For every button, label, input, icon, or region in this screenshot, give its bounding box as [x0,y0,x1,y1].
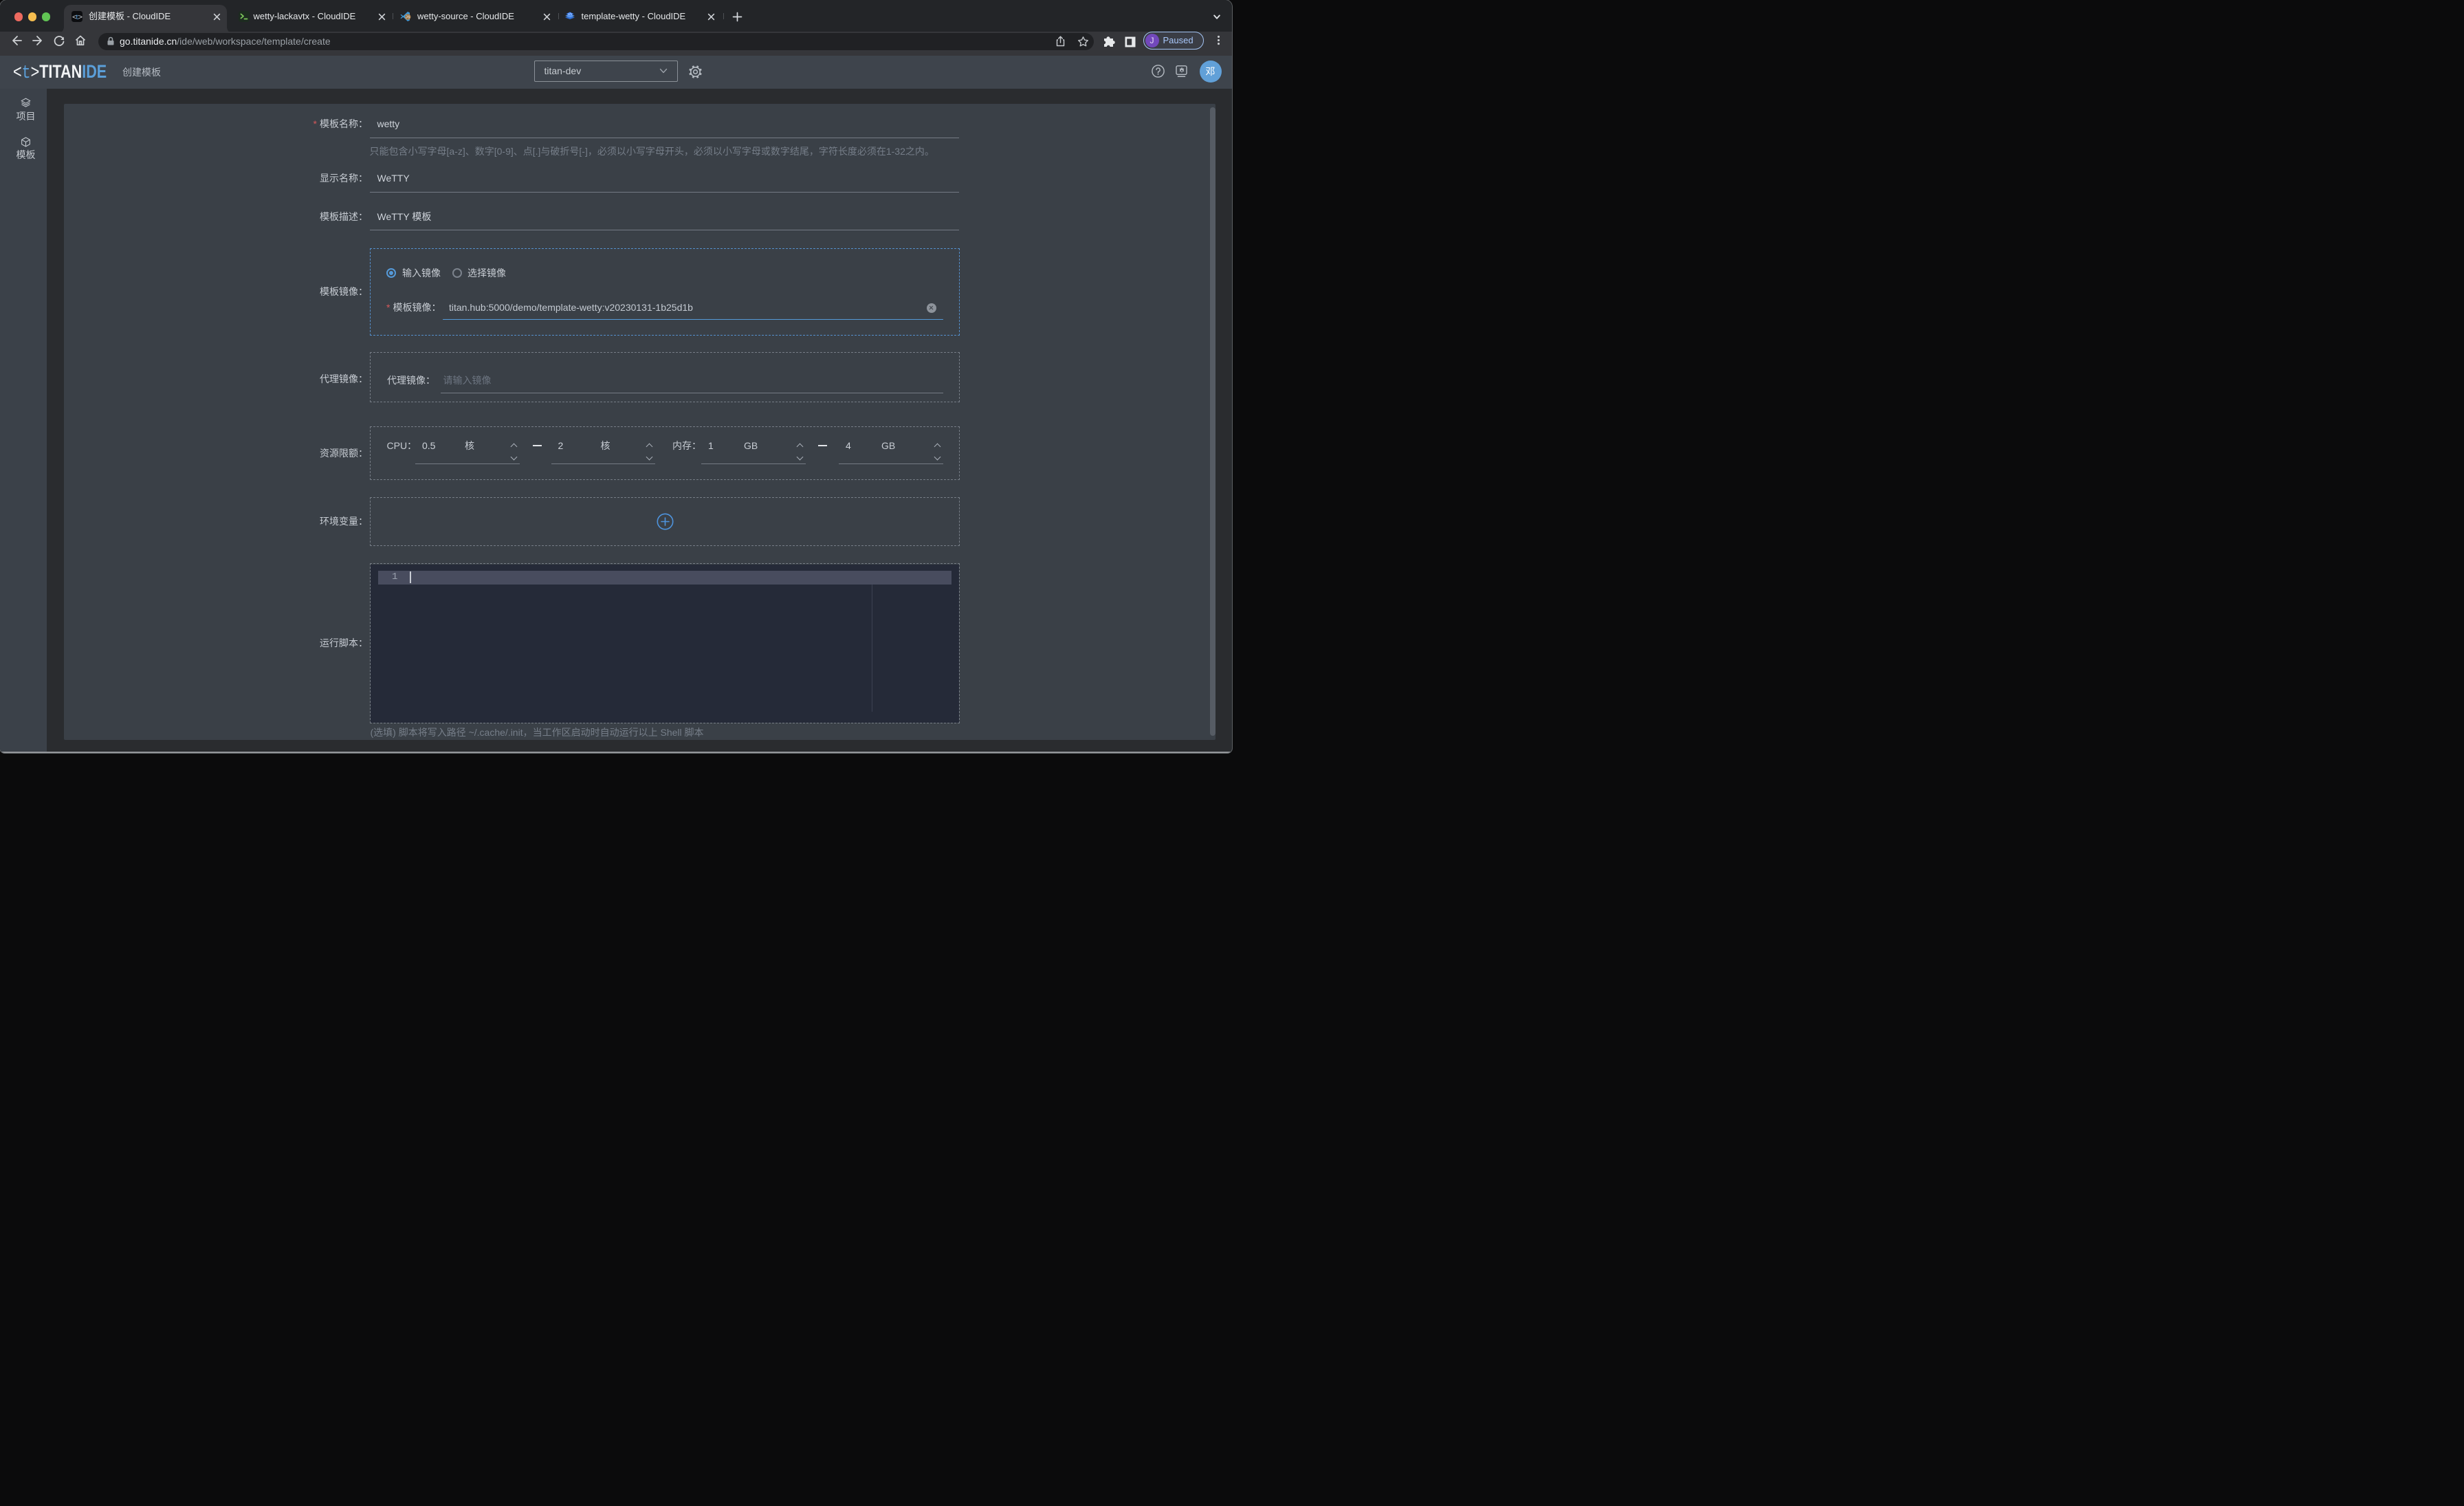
svg-text:</>: </> [567,12,572,16]
svg-text:>: > [78,14,82,22]
svg-text:JS: JS [406,16,410,20]
